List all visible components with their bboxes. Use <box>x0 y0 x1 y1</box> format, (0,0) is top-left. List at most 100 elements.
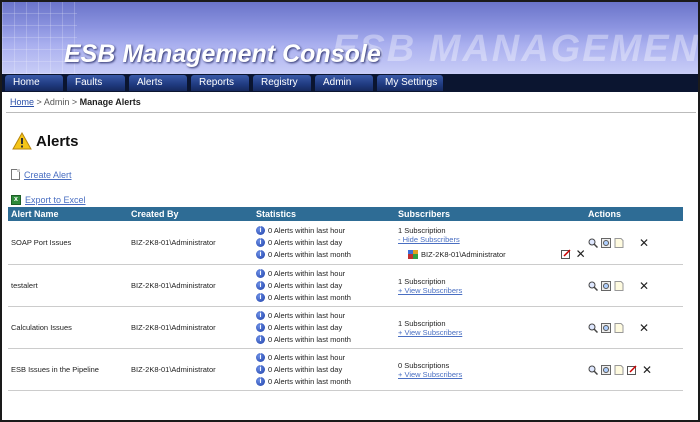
created-by: BIZ-2K8-01\Administrator <box>131 323 216 332</box>
stat-line: i0 Alerts within last hour <box>256 352 398 364</box>
nav-tab-home[interactable]: Home <box>5 75 63 91</box>
row-actions: ✕ <box>588 221 683 264</box>
document-icon[interactable] <box>614 237 624 248</box>
document-icon[interactable] <box>614 280 624 291</box>
stat-line: i0 Alerts within last day <box>256 237 398 249</box>
header-banner: ESB MANAGEMENT CONSOLE ESB Management Co… <box>2 2 698 74</box>
row-actions: ✕ <box>588 265 683 306</box>
breadcrumb-home-link[interactable]: Home <box>10 97 34 107</box>
column-header-statistics[interactable]: Statistics <box>256 207 398 221</box>
export-action: x Export to Excel <box>11 195 86 205</box>
stat-line: i0 Alerts within last month <box>256 376 398 388</box>
subscribers: 1 Subscription - Hide Subscribers BIZ-2K… <box>398 221 588 264</box>
edit-icon[interactable] <box>627 364 637 375</box>
created-by: BIZ-2K8-01\Administrator <box>131 238 216 247</box>
create-alert-link[interactable]: Create Alert <box>24 170 72 180</box>
breadcrumb-separator: > <box>36 97 42 107</box>
view-icon[interactable] <box>601 322 611 333</box>
statistics: i0 Alerts within last hour i0 Alerts wit… <box>256 307 398 348</box>
document-icon[interactable] <box>614 364 624 375</box>
stat-line: i0 Alerts within last hour <box>256 268 398 280</box>
export-excel-link[interactable]: Export to Excel <box>25 195 86 205</box>
subscription-count: 1 Subscription <box>398 318 446 328</box>
subscribers: 1 Subscription + View Subscribers <box>398 265 588 306</box>
alert-name: ESB Issues in the Pipeline <box>11 365 99 374</box>
breadcrumb-separator: > <box>71 97 78 107</box>
subscription-count: 1 Subscription <box>398 276 446 286</box>
stat-text: 0 Alerts within last month <box>268 335 351 344</box>
search-icon[interactable] <box>588 365 598 375</box>
toggle-subscribers-link[interactable]: + View Subscribers <box>398 370 588 379</box>
info-icon: i <box>256 323 265 332</box>
breadcrumb-admin: Admin <box>43 97 70 107</box>
nav-tab-registry[interactable]: Registry <box>253 75 311 91</box>
stat-text: 0 Alerts within last hour <box>268 353 346 362</box>
nav-tab-faults[interactable]: Faults <box>67 75 125 91</box>
main-nav: Home Faults Alerts Reports Registry Admi… <box>2 74 698 92</box>
statistics: i0 Alerts within last hour i0 Alerts wit… <box>256 349 398 390</box>
divider <box>6 112 696 113</box>
toggle-subscribers-link[interactable]: + View Subscribers <box>398 328 588 337</box>
nav-tab-reports[interactable]: Reports <box>191 75 249 91</box>
nav-tab-admin[interactable]: Admin <box>315 75 373 91</box>
nav-tab-my-settings[interactable]: My Settings <box>377 75 443 91</box>
info-icon: i <box>256 250 265 259</box>
delete-icon[interactable]: ✕ <box>642 364 652 376</box>
view-icon[interactable] <box>601 280 611 291</box>
banner-watermark: ESB MANAGEMENT CONSOLE <box>332 28 698 70</box>
document-icon[interactable] <box>614 322 624 333</box>
search-icon[interactable] <box>588 281 598 291</box>
subscription-count: 1 Subscription <box>398 226 446 235</box>
info-icon: i <box>256 281 265 290</box>
info-icon: i <box>256 293 265 302</box>
alert-name: SOAP Port Issues <box>11 238 72 247</box>
stat-line: i0 Alerts within last month <box>256 292 398 304</box>
excel-icon: x <box>11 195 21 205</box>
table-row: ESB Issues in the Pipeline BIZ-2K8-01\Ad… <box>8 349 683 391</box>
stat-text: 0 Alerts within last month <box>268 377 351 386</box>
browser-frame: ESB MANAGEMENT CONSOLE ESB Management Co… <box>0 0 700 422</box>
alert-name: Calculation Issues <box>11 323 72 332</box>
info-icon: i <box>256 269 265 278</box>
users-icon <box>408 249 418 259</box>
column-header-subscribers[interactable]: Subscribers <box>398 207 588 221</box>
stat-text: 0 Alerts within last hour <box>268 269 346 278</box>
view-icon[interactable] <box>601 364 611 375</box>
info-icon: i <box>256 377 265 386</box>
subscribers: 0 Subscriptions + View Subscribers <box>398 349 588 390</box>
stat-line: i0 Alerts within last month <box>256 334 398 346</box>
column-header-alert-name[interactable]: Alert Name <box>8 207 131 221</box>
delete-subscriber-icon[interactable]: ✕ <box>576 248 586 260</box>
info-icon: i <box>256 238 265 247</box>
column-header-created-by[interactable]: Created By <box>131 207 256 221</box>
create-alert-action: Create Alert <box>11 169 72 180</box>
view-icon[interactable] <box>601 237 611 248</box>
subscribers: 1 Subscription + View Subscribers <box>398 307 588 348</box>
toggle-subscribers-link[interactable]: - Hide Subscribers <box>398 235 588 244</box>
page-title-block: Alerts <box>12 132 79 150</box>
table-row: SOAP Port Issues BIZ-2K8-01\Administrato… <box>8 221 683 265</box>
statistics: i0 Alerts within last hour i0 Alerts wit… <box>256 265 398 306</box>
delete-icon[interactable]: ✕ <box>639 322 649 334</box>
subscriber-name: BIZ-2K8-01\Administrator <box>421 249 506 259</box>
stat-text: 0 Alerts within last month <box>268 250 351 259</box>
stat-text: 0 Alerts within last day <box>268 281 343 290</box>
edit-icon[interactable] <box>560 249 571 259</box>
delete-icon[interactable]: ✕ <box>639 280 649 292</box>
delete-icon[interactable]: ✕ <box>639 237 649 249</box>
created-by: BIZ-2K8-01\Administrator <box>131 365 216 374</box>
stat-line: i0 Alerts within last day <box>256 364 398 376</box>
stat-text: 0 Alerts within last day <box>268 323 343 332</box>
info-icon: i <box>256 335 265 344</box>
search-icon[interactable] <box>588 323 598 333</box>
row-actions: ✕ <box>588 349 683 390</box>
stat-text: 0 Alerts within last hour <box>268 226 346 235</box>
nav-tab-alerts[interactable]: Alerts <box>129 75 187 91</box>
breadcrumb-current: Manage Alerts <box>79 97 141 107</box>
alerts-table: Alert Name Created By Statistics Subscri… <box>8 207 683 391</box>
search-icon[interactable] <box>588 238 598 248</box>
toggle-subscribers-link[interactable]: + View Subscribers <box>398 286 588 295</box>
info-icon: i <box>256 226 265 235</box>
stat-text: 0 Alerts within last month <box>268 293 351 302</box>
info-icon: i <box>256 311 265 320</box>
